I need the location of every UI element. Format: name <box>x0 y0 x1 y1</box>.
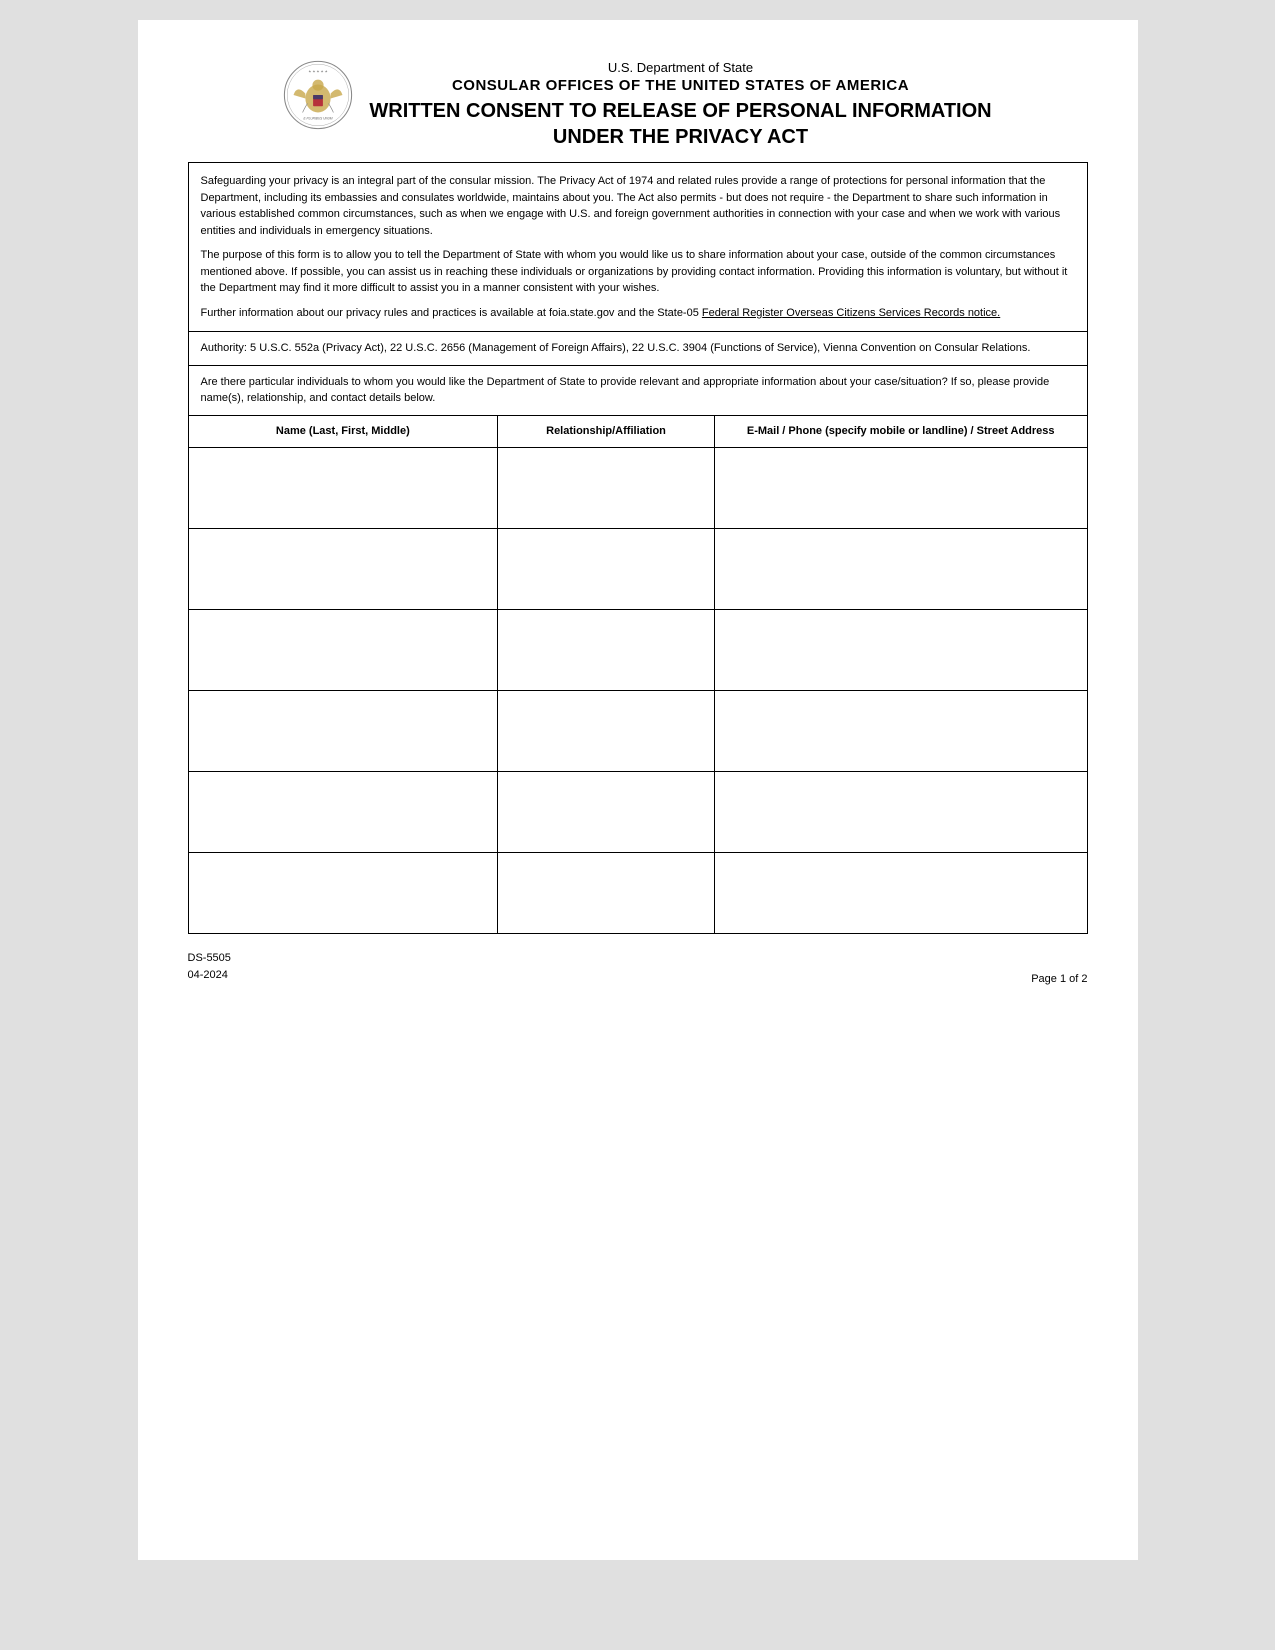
cell-relationship-3[interactable] <box>498 610 715 690</box>
form-date: 04-2024 <box>188 967 231 985</box>
table-row <box>189 610 1087 691</box>
cell-contact-2[interactable] <box>715 529 1087 609</box>
footer-page-number: Page 1 of 2 <box>1031 973 1087 985</box>
cell-relationship-6[interactable] <box>498 853 715 933</box>
table-row <box>189 853 1087 933</box>
svg-text:★ ★ ★ ★ ★: ★ ★ ★ ★ ★ <box>309 70 329 74</box>
table-row <box>189 691 1087 772</box>
form-body: Safeguarding your privacy is an integral… <box>188 162 1088 934</box>
col-header-relationship: Relationship/Affiliation <box>498 416 715 447</box>
cell-name-2[interactable] <box>189 529 499 609</box>
cell-relationship-1[interactable] <box>498 448 715 528</box>
col-header-contact: E-Mail / Phone (specify mobile or landli… <box>715 416 1087 447</box>
cell-contact-4[interactable] <box>715 691 1087 771</box>
cell-name-3[interactable] <box>189 610 499 690</box>
cell-name-4[interactable] <box>189 691 499 771</box>
table-header-row: Name (Last, First, Middle) Relationship/… <box>189 416 1087 448</box>
cell-contact-5[interactable] <box>715 772 1087 852</box>
intro-paragraph-3: Further information about our privacy ru… <box>201 305 1075 322</box>
authority-section: Authority: 5 U.S.C. 552a (Privacy Act), … <box>189 332 1087 366</box>
question-text: Are there particular individuals to whom… <box>201 376 1050 405</box>
records-notice-link[interactable]: Federal Register Overseas Citizens Servi… <box>702 307 1000 319</box>
intro-paragraph-2: The purpose of this form is to allow you… <box>201 247 1075 297</box>
intro-paragraph-1: Safeguarding your privacy is an integral… <box>201 173 1075 239</box>
col-header-name: Name (Last, First, Middle) <box>189 416 499 447</box>
intro-section: Safeguarding your privacy is an integral… <box>189 163 1087 332</box>
table-row <box>189 772 1087 853</box>
table-row <box>189 448 1087 529</box>
cell-relationship-5[interactable] <box>498 772 715 852</box>
page-footer: DS-5505 04-2024 Page 1 of 2 <box>188 950 1088 985</box>
header-text-block: U.S. Department of State CONSULAR OFFICE… <box>369 60 991 150</box>
consular-offices: CONSULAR OFFICES OF THE UNITED STATES OF… <box>369 77 991 94</box>
svg-text:E PLURIBUS UNUM: E PLURIBUS UNUM <box>304 117 333 121</box>
table-row <box>189 529 1087 610</box>
main-title: WRITTEN CONSENT TO RELEASE OF PERSONAL I… <box>369 98 991 150</box>
cell-name-1[interactable] <box>189 448 499 528</box>
cell-relationship-2[interactable] <box>498 529 715 609</box>
cell-contact-3[interactable] <box>715 610 1087 690</box>
contacts-table: Name (Last, First, Middle) Relationship/… <box>189 416 1087 933</box>
cell-name-6[interactable] <box>189 853 499 933</box>
footer-form-info: DS-5505 04-2024 <box>188 950 231 985</box>
cell-contact-6[interactable] <box>715 853 1087 933</box>
us-seal-icon: ★ ★ ★ ★ ★ E PLURIBUS UNUM <box>283 60 353 130</box>
dept-name: U.S. Department of State <box>369 60 991 75</box>
page-header: ★ ★ ★ ★ ★ E PLURIBUS UNUM U.S. Departmen… <box>188 60 1088 150</box>
form-number: DS-5505 <box>188 950 231 968</box>
cell-contact-1[interactable] <box>715 448 1087 528</box>
authority-text: Authority: 5 U.S.C. 552a (Privacy Act), … <box>201 342 1031 354</box>
cell-relationship-4[interactable] <box>498 691 715 771</box>
question-section: Are there particular individuals to whom… <box>189 366 1087 416</box>
cell-name-5[interactable] <box>189 772 499 852</box>
page: ★ ★ ★ ★ ★ E PLURIBUS UNUM U.S. Departmen… <box>138 20 1138 1560</box>
